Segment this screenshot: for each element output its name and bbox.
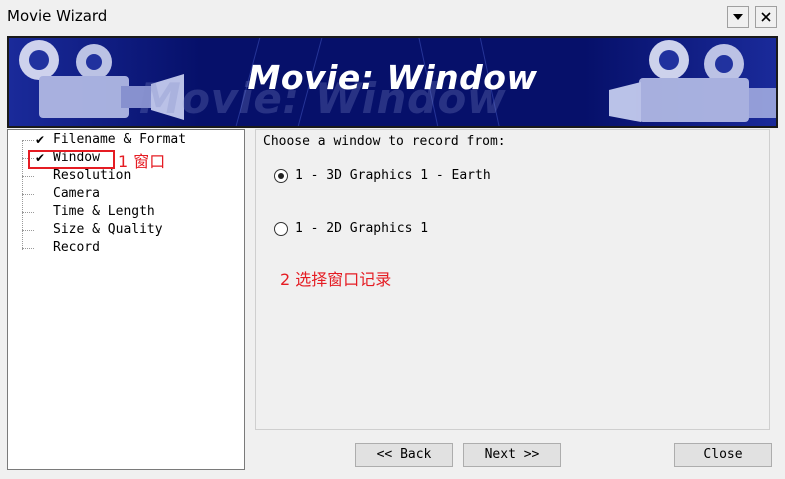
tree-item-label: Camera (53, 186, 100, 201)
close-icon (761, 12, 771, 22)
tree-item-label: Time & Length (53, 204, 155, 219)
wizard-banner: Movie: Window Movie: Window (7, 36, 778, 128)
title-bar: Movie Wizard (0, 0, 785, 34)
annotation-step1: 1 窗口 (118, 152, 166, 171)
radio-label: 1 - 3D Graphics 1 - Earth (295, 168, 491, 183)
next-button[interactable]: Next >> (463, 443, 561, 467)
window-title: Movie Wizard (7, 7, 108, 25)
annotation-step2: 2 选择窗口记录 (280, 270, 392, 289)
radio-label: 1 - 2D Graphics 1 (295, 221, 429, 236)
options-panel: Choose a window to record from: 1 - 3D G… (255, 129, 770, 430)
tree-item-filename-format[interactable]: ✔ Filename & Format (8, 131, 208, 149)
radio-button-selected[interactable] (274, 169, 288, 183)
panel-prompt: Choose a window to record from: (263, 134, 506, 149)
radio-option-3d-graphics[interactable]: 1 - 3D Graphics 1 - Earth (274, 167, 674, 187)
tree-item-camera[interactable]: Camera (8, 185, 208, 203)
wizard-steps-tree: ✔ Filename & Format ✔ Window Resolution … (7, 129, 245, 470)
tree-item-label: Record (53, 240, 100, 255)
tree-item-label: Size & Quality (53, 222, 163, 237)
tree-item-time-length[interactable]: Time & Length (8, 203, 208, 221)
banner-title: Movie: Window (247, 58, 538, 97)
tree-item-record[interactable]: Record (8, 239, 208, 257)
close-button[interactable]: Close (674, 443, 772, 467)
tree-item-label: Filename & Format (53, 132, 187, 147)
check-icon: ✔ (35, 133, 46, 147)
close-window-button[interactable] (755, 6, 777, 28)
radio-option-2d-graphics[interactable]: 1 - 2D Graphics 1 (274, 220, 674, 240)
tree-item-resolution[interactable]: Resolution (8, 167, 208, 185)
back-button[interactable]: << Back (355, 443, 453, 467)
radio-button[interactable] (274, 222, 288, 236)
system-menu-button[interactable] (727, 6, 749, 28)
tree-item-size-quality[interactable]: Size & Quality (8, 221, 208, 239)
chevron-down-icon (733, 14, 743, 20)
highlight-box (28, 150, 115, 169)
